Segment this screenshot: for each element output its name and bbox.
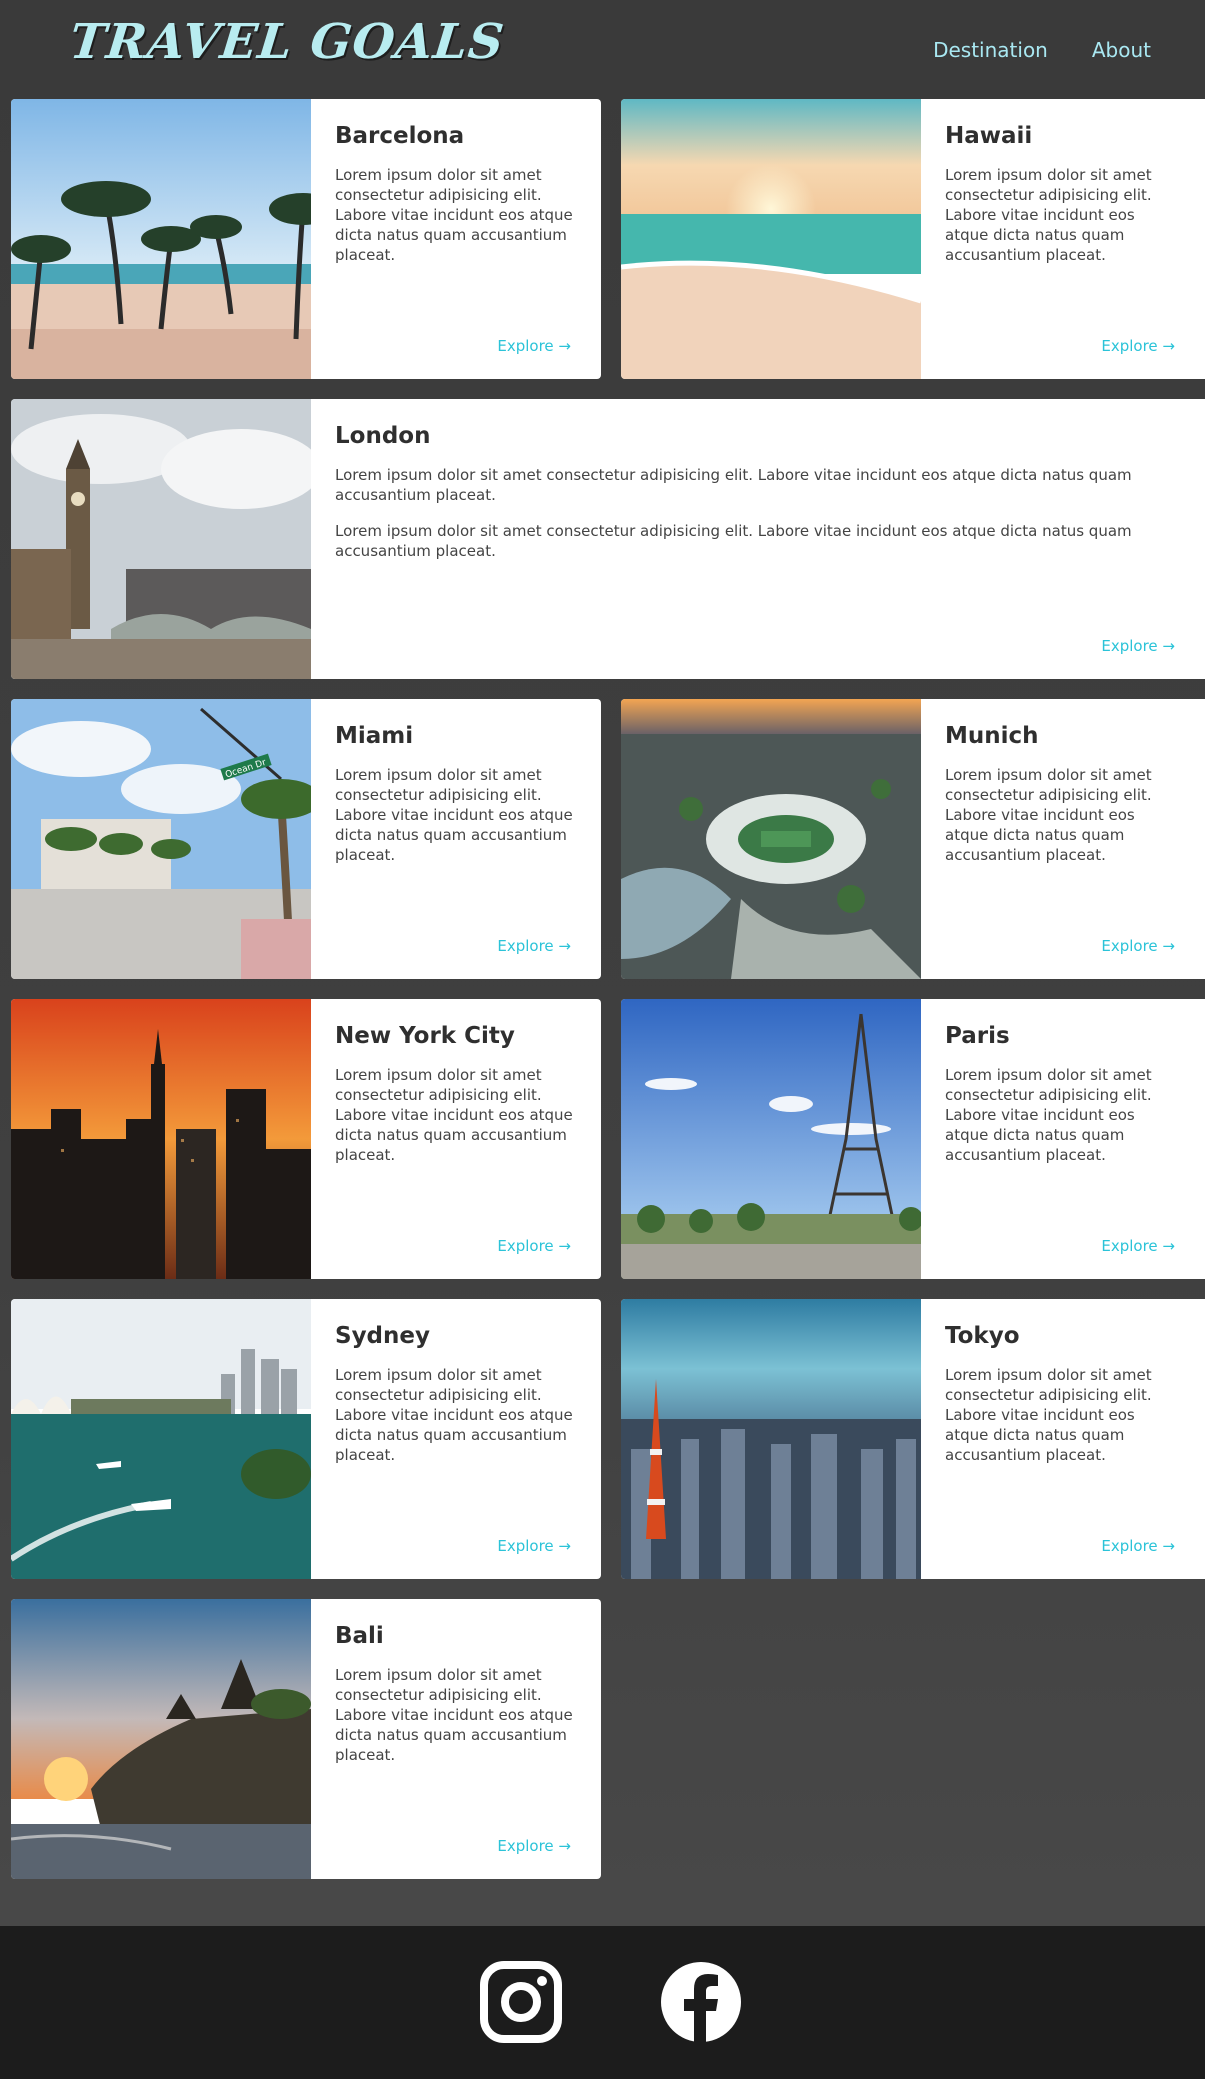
destination-card-tokyo: Tokyo Lorem ipsum dolor sit amet consect… — [621, 1299, 1205, 1579]
destination-card-munich: Munich Lorem ipsum dolor sit amet consec… — [621, 699, 1205, 979]
sydney-photo — [11, 1299, 311, 1579]
card-title: Paris — [945, 1023, 1010, 1049]
card-description: Lorem ipsum dolor sit amet consectetur a… — [335, 466, 1132, 504]
card-title: London — [335, 423, 431, 449]
tokyo-photo — [621, 1299, 921, 1579]
site-logo[interactable]: TRAVEL GOALS — [67, 14, 507, 70]
card-description: Lorem ipsum dolor sit amet consectetur a… — [945, 766, 1152, 864]
nav-destination-link[interactable]: Destination — [933, 38, 1048, 62]
site-header: TRAVEL GOALS Destination About — [0, 0, 1205, 100]
destination-card-hawaii: Hawaii Lorem ipsum dolor sit amet consec… — [621, 99, 1205, 379]
card-title: Tokyo — [945, 1323, 1020, 1349]
card-description: Lorem ipsum dolor sit amet consectetur a… — [945, 1366, 1152, 1464]
card-description: Lorem ipsum dolor sit amet consectetur a… — [335, 1666, 573, 1764]
munich-photo — [621, 699, 921, 979]
new-york-city-photo — [11, 999, 311, 1279]
card-title: Munich — [945, 723, 1039, 749]
card-title: New York City — [335, 1023, 515, 1049]
explore-link[interactable]: Explore → — [1101, 637, 1175, 655]
card-title: Sydney — [335, 1323, 430, 1349]
destination-card-barcelona: Barcelona Lorem ipsum dolor sit amet con… — [11, 99, 601, 379]
explore-link[interactable]: Explore → — [1101, 337, 1175, 355]
card-title: Barcelona — [335, 123, 465, 149]
paris-photo — [621, 999, 921, 1279]
card-description: Lorem ipsum dolor sit amet consectetur a… — [335, 166, 573, 264]
card-title: Bali — [335, 1623, 384, 1649]
destination-card-miami: Ocean Dr Miami Lorem ipsum dolor sit ame… — [11, 699, 601, 979]
london-photo — [11, 399, 311, 679]
explore-link[interactable]: Explore → — [1101, 937, 1175, 955]
miami-photo: Ocean Dr — [11, 699, 311, 979]
nav-about-link[interactable]: About — [1092, 38, 1151, 62]
explore-link[interactable]: Explore → — [1101, 1537, 1175, 1555]
destination-card-bali: Bali Lorem ipsum dolor sit amet consecte… — [11, 1599, 601, 1879]
card-description: Lorem ipsum dolor sit amet consectetur a… — [945, 166, 1152, 264]
barcelona-photo — [11, 99, 311, 379]
explore-link[interactable]: Explore → — [497, 937, 571, 955]
card-description-secondary: Lorem ipsum dolor sit amet consectetur a… — [335, 522, 1132, 560]
explore-link[interactable]: Explore → — [497, 337, 571, 355]
hawaii-photo — [621, 99, 921, 379]
facebook-icon[interactable] — [660, 1961, 742, 2043]
card-description: Lorem ipsum dolor sit amet consectetur a… — [945, 1066, 1152, 1164]
card-description: Lorem ipsum dolor sit amet consectetur a… — [335, 1366, 573, 1464]
card-description: Lorem ipsum dolor sit amet consectetur a… — [335, 766, 573, 864]
card-title: Miami — [335, 723, 414, 749]
site-footer — [0, 1926, 1205, 2079]
destination-card-sydney: Sydney Lorem ipsum dolor sit amet consec… — [11, 1299, 601, 1579]
bali-photo — [11, 1599, 311, 1879]
card-description: Lorem ipsum dolor sit amet consectetur a… — [335, 1066, 573, 1164]
card-title: Hawaii — [945, 123, 1033, 149]
main-nav: Destination About — [933, 38, 1151, 62]
destination-card-paris: Paris Lorem ipsum dolor sit amet consect… — [621, 999, 1205, 1279]
instagram-icon[interactable] — [480, 1961, 562, 2043]
destination-card-london: London Lorem ipsum dolor sit amet consec… — [11, 399, 1205, 679]
explore-link[interactable]: Explore → — [497, 1537, 571, 1555]
explore-link[interactable]: Explore → — [497, 1237, 571, 1255]
destination-card-new-york-city: New York City Lorem ipsum dolor sit amet… — [11, 999, 601, 1279]
explore-link[interactable]: Explore → — [497, 1837, 571, 1855]
explore-link[interactable]: Explore → — [1101, 1237, 1175, 1255]
